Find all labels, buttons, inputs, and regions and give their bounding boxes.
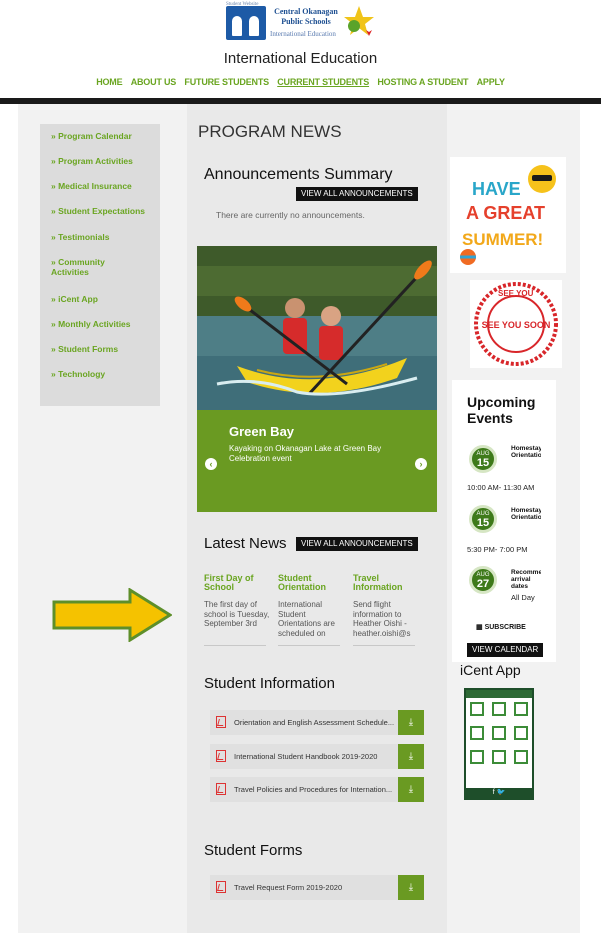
people-icon — [226, 6, 266, 40]
download-icon[interactable]: ⤓ — [398, 744, 424, 769]
news-item[interactable]: Student Orientation International Studen… — [278, 574, 344, 646]
latest-news-heading: Latest News — [204, 535, 287, 552]
download-icon[interactable]: ⤓ — [398, 777, 424, 802]
pdf-icon — [216, 716, 226, 728]
download-icon[interactable]: ⤓ — [398, 875, 424, 900]
news-item[interactable]: First Day of School The first day of sch… — [204, 574, 270, 646]
icent-app-heading: iCent App — [460, 662, 521, 678]
sidebar-item-medical-insurance[interactable]: » Medical Insurance — [51, 181, 151, 191]
summer-line3: SUMMER! — [462, 230, 543, 249]
yellow-arrow-icon — [52, 588, 172, 642]
logo-name: Central Okanagan Public Schools — [274, 7, 338, 26]
upcoming-events-heading: Upcoming Events — [467, 394, 536, 426]
main-nav: HOME ABOUT US FUTURE STUDENTS CURRENT ST… — [0, 77, 601, 87]
view-all-news-button[interactable]: VIEW ALL ANNOUNCEMENTS — [296, 537, 418, 551]
logo-subtitle: International Education — [270, 30, 336, 38]
summer-line2: A GREAT — [466, 203, 545, 223]
subscribe-label: SUBSCRIBE — [484, 624, 526, 631]
event-date-badge: AUG 15 — [469, 505, 497, 533]
nav-about-us[interactable]: ABOUT US — [131, 77, 177, 87]
calendar-icon: ▦ — [476, 624, 485, 631]
announcements-heading: Announcements Summary — [204, 166, 393, 183]
pdf-icon — [216, 783, 226, 795]
document-link[interactable]: International Student Handbook 2019-2020 — [234, 752, 394, 761]
document-link[interactable]: Travel Policies and Procedures for Inter… — [234, 785, 394, 794]
news-title[interactable]: First Day of School — [204, 574, 270, 600]
event-title[interactable]: Homestay Orientation — [511, 445, 541, 459]
slide-prev-icon[interactable]: ‹ — [205, 458, 217, 470]
news-divider — [353, 645, 415, 646]
slide-text: Kayaking on Okanagan Lake at Green Bay C… — [229, 444, 382, 463]
sidebar-item-testimonials[interactable]: » Testimonials — [51, 232, 151, 242]
document-row[interactable]: International Student Handbook 2019-2020… — [210, 744, 424, 769]
pdf-icon — [216, 881, 226, 893]
sidebar-item-technology[interactable]: » Technology — [51, 369, 151, 379]
event-time: 5:30 PM- 7:00 PM — [467, 545, 528, 554]
event-day: 27 — [476, 578, 490, 590]
event-date-badge: AUG 15 — [469, 445, 497, 473]
event-time: All Day — [511, 593, 535, 602]
kayak-photo — [197, 246, 437, 410]
document-link[interactable]: Travel Request Form 2019-2020 — [234, 883, 394, 892]
pdf-icon — [216, 750, 226, 762]
subscribe-link[interactable]: ▦ SUBSCRIBE — [476, 623, 526, 631]
event-title[interactable]: Homestay Orientation — [511, 507, 541, 521]
event-day: 15 — [476, 517, 490, 529]
stamp-top-text: SEE YOU — [498, 289, 534, 298]
sidebar-item-community-activities[interactable]: » Community Activities — [51, 257, 121, 277]
document-row[interactable]: Travel Request Form 2019-2020 ⤓ — [210, 875, 424, 900]
event-title[interactable]: Recommended arrival dates — [511, 569, 541, 590]
document-row[interactable]: Travel Policies and Procedures for Inter… — [210, 777, 424, 802]
slide-caption: Green Bay Kayaking on Okanagan Lake at G… — [197, 410, 437, 512]
sidebar-item-student-expectations[interactable]: » Student Expectations — [51, 206, 151, 216]
news-body: The first day of school is Tuesday, Sept… — [204, 600, 270, 628]
nav-home[interactable]: HOME — [96, 77, 122, 87]
see-you-soon-stamp: SEE YOU SEE YOU SOON — [470, 280, 562, 368]
news-title[interactable]: Student Orientation — [278, 574, 344, 600]
icent-app-screenshot[interactable]: f 🐦 — [464, 688, 534, 800]
sidebar-item-program-calendar[interactable]: » Program Calendar — [51, 131, 151, 141]
nav-apply[interactable]: APPLY — [477, 77, 505, 87]
news-divider — [278, 645, 340, 646]
event-date-badge: AUG 27 — [469, 566, 497, 594]
have-a-great-summer-image: HAVE A GREAT SUMMER! — [450, 157, 566, 273]
social-bar: f 🐦 — [466, 788, 532, 798]
sidebar-item-program-activities[interactable]: » Program Activities — [51, 156, 151, 166]
star-leaf-icon — [344, 6, 374, 36]
summer-line1: HAVE — [472, 179, 521, 199]
view-calendar-button[interactable]: VIEW CALENDAR — [467, 643, 544, 657]
sidebar-item-student-forms[interactable]: » Student Forms — [51, 344, 151, 354]
view-all-announcements-button[interactable]: VIEW ALL ANNOUNCEMENTS — [296, 187, 418, 201]
nav-future-students[interactable]: FUTURE STUDENTS — [184, 77, 269, 87]
nav-current-students[interactable]: CURRENT STUDENTS — [277, 77, 369, 87]
main-column — [187, 104, 447, 933]
site-title: International Education — [223, 50, 378, 67]
nav-hosting-a-student[interactable]: HOSTING A STUDENT — [377, 77, 468, 87]
page-title: PROGRAM NEWS — [198, 122, 342, 141]
slide-next-icon[interactable]: › — [415, 458, 427, 470]
news-divider — [204, 645, 266, 646]
sidebar-item-monthly-activities[interactable]: » Monthly Activities — [51, 319, 151, 329]
event-time: 10:00 AM- 11:30 AM — [467, 483, 535, 492]
stamp-center-text: SEE YOU SOON — [482, 320, 551, 330]
sidebar-item-icent-app[interactable]: » iCent App — [51, 294, 151, 304]
news-body: International Student Orientations are s… — [278, 600, 335, 638]
student-forms-heading: Student Forms — [204, 842, 303, 859]
phone-status-bar — [466, 690, 532, 698]
site-logo[interactable]: Student Website Central Okanagan Public … — [226, 2, 378, 42]
document-link[interactable]: Orientation and English Assessment Sched… — [234, 718, 394, 727]
slide-title: Green Bay — [229, 424, 295, 439]
news-body: Send flight information to Heather Oishi… — [353, 600, 411, 638]
news-item[interactable]: Travel Information Send flight informati… — [353, 574, 419, 646]
document-row[interactable]: Orientation and English Assessment Sched… — [210, 710, 424, 735]
download-icon[interactable]: ⤓ — [398, 710, 424, 735]
no-announcements-text: There are currently no announcements. — [216, 210, 365, 220]
event-day: 15 — [476, 457, 490, 469]
news-title[interactable]: Travel Information — [353, 574, 419, 600]
student-information-heading: Student Information — [204, 675, 335, 692]
